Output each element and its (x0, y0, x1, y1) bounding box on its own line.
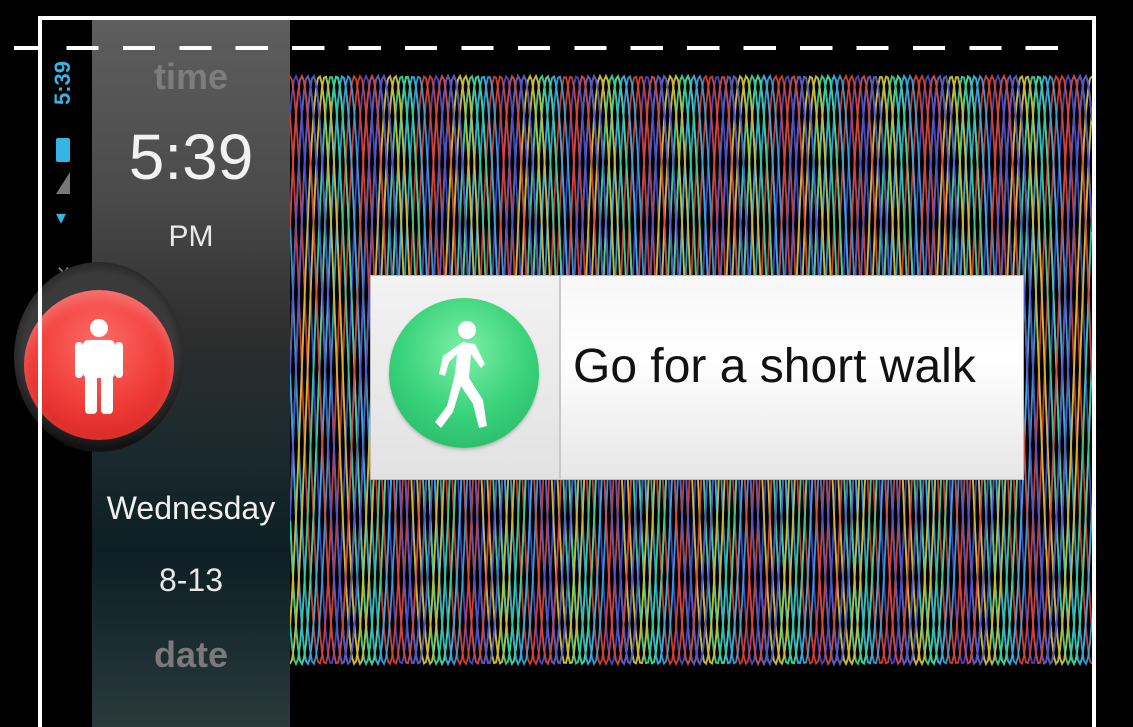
phone-display: 5:39 ▾ ✕ time 5:39 PM Wednesday 8-13 dat… (0, 0, 1133, 727)
dashed-guide-line (14, 46, 1060, 50)
screen-frame (38, 16, 1096, 727)
